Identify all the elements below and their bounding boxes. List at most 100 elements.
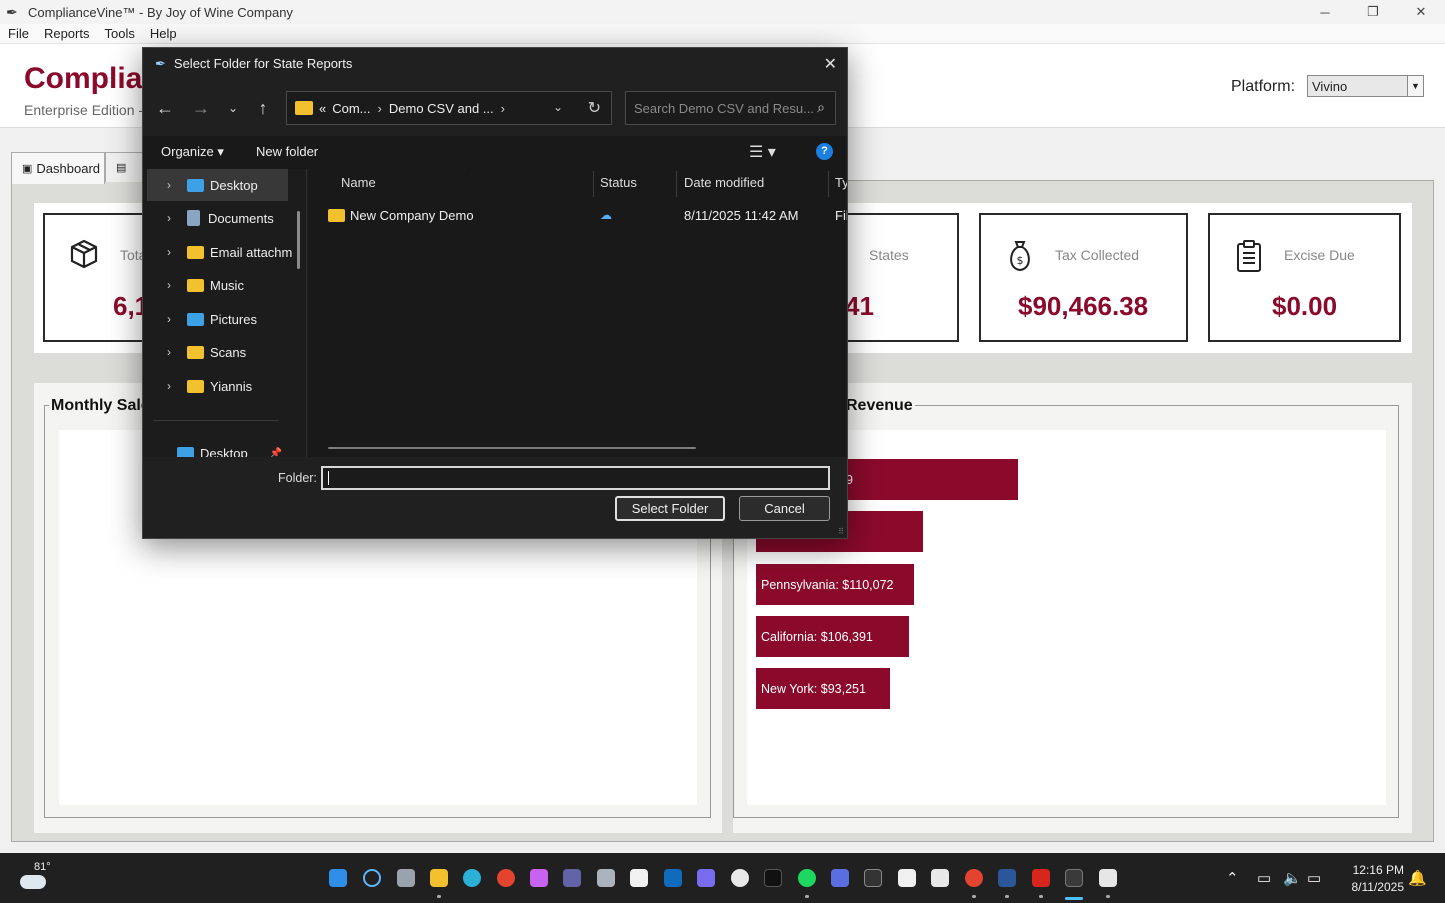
font-app-icon[interactable] (898, 869, 916, 887)
quick-access-desktop[interactable]: Desktop 📌 (147, 437, 297, 457)
dialog-toolbar: Organize ▾ New folder ☰ ▾ ? (143, 136, 847, 169)
column-separator[interactable] (676, 171, 677, 197)
spotify-icon[interactable] (798, 869, 816, 887)
nav-item-yiannis[interactable]: › Yiannis (147, 370, 288, 402)
chevron-down-icon[interactable]: ⌄ (553, 100, 563, 114)
column-status[interactable]: Status (600, 175, 637, 190)
maximize-button[interactable]: ❐ (1349, 0, 1397, 24)
running-indicator (1005, 895, 1009, 898)
back-arrow-icon[interactable]: ← (153, 96, 177, 120)
capcut-icon[interactable] (931, 869, 949, 887)
chevron-right-icon[interactable]: › (159, 278, 179, 292)
stat-label: Tax Collected (1055, 247, 1140, 263)
compliancevine-icon[interactable] (1065, 869, 1083, 887)
nav-item-label: Music (210, 277, 244, 293)
acrobat-icon[interactable] (1032, 869, 1050, 887)
column-name[interactable]: Name (341, 175, 376, 190)
nav-item-documents[interactable]: › Documents (147, 202, 288, 234)
clock-time: 12:16 PM (1352, 863, 1404, 877)
nav-item-desktop[interactable]: › Desktop (147, 169, 288, 201)
search-icon[interactable] (363, 869, 381, 887)
breadcrumb-item[interactable]: Com... (332, 101, 370, 116)
stat-card-excise: Excise Due $0.00 (1208, 213, 1401, 342)
documents-icon (187, 210, 200, 226)
battery-icon[interactable]: ▭ (1307, 869, 1321, 887)
dialog-title: Select Folder for State Reports (173, 56, 353, 71)
tab-dashboard[interactable]: ▣ Dashboard (11, 152, 105, 184)
platform-select[interactable]: Vivino ▼ (1307, 75, 1424, 97)
affinity-icon[interactable] (764, 869, 782, 887)
file-explorer-icon[interactable] (430, 869, 448, 887)
column-separator[interactable] (593, 171, 594, 197)
view-options-icon[interactable]: ☰ ▾ (749, 142, 776, 162)
column-date-modified[interactable]: Date modified (684, 175, 764, 190)
up-arrow-icon[interactable]: ↑ (251, 96, 275, 120)
search-icon[interactable]: ⌕ (817, 99, 825, 116)
horizontal-scrollbar[interactable] (328, 447, 696, 449)
menu-reports[interactable]: Reports (44, 26, 90, 41)
system-clock[interactable]: 12:16 PM 8/11/2025 (1338, 862, 1405, 896)
breadcrumb-item[interactable]: Demo CSV and ... (389, 101, 494, 116)
chrome-icon[interactable] (497, 869, 515, 887)
column-type[interactable]: Ty (835, 175, 847, 190)
file-row[interactable]: New Company Demo ☁ 8/11/2025 11:42 AM Fi… (328, 207, 847, 225)
teams-icon[interactable] (563, 869, 581, 887)
store-icon[interactable] (630, 869, 648, 887)
menu-tools[interactable]: Tools (104, 26, 134, 41)
snipping-tool-icon[interactable] (1099, 869, 1117, 887)
edge-icon[interactable] (463, 869, 481, 887)
stat-value: 41 (845, 291, 874, 321)
close-button[interactable]: ✕ (1397, 0, 1445, 24)
menu-help[interactable]: Help (150, 26, 177, 41)
folder-input[interactable] (321, 466, 830, 490)
chevron-up-icon[interactable]: ⌃ (1226, 869, 1239, 887)
word-icon[interactable] (998, 869, 1016, 887)
resize-grip-icon[interactable]: ⠿ (838, 527, 844, 536)
address-bar[interactable]: « Com... › Demo CSV and ... › ⌄ ↻ (286, 91, 612, 125)
media-icon[interactable] (831, 869, 849, 887)
terminal-icon[interactable] (864, 869, 882, 887)
close-icon[interactable]: ✕ (824, 54, 837, 74)
chevron-down-icon[interactable]: ⌄ (221, 96, 245, 120)
forward-arrow-icon[interactable]: → (189, 96, 213, 120)
tab-second[interactable]: ▤ (105, 152, 145, 182)
start-icon[interactable] (329, 869, 347, 887)
minimize-button[interactable]: ─ (1301, 0, 1349, 24)
dell-icon[interactable] (731, 869, 749, 887)
chrome-profile-icon[interactable] (965, 869, 983, 887)
nav-scrollbar[interactable] (297, 211, 300, 269)
new-folder-button[interactable]: New folder (256, 144, 318, 159)
outlook-icon[interactable] (664, 869, 682, 887)
chevron-right-icon[interactable]: › (159, 211, 179, 225)
column-separator[interactable] (828, 171, 829, 197)
weather-widget[interactable]: 81° (20, 861, 51, 889)
folder-icon (295, 101, 313, 115)
chevron-right-icon[interactable]: › (159, 245, 179, 259)
chevron-right-icon[interactable]: › (159, 345, 179, 359)
chevron-down-icon[interactable]: ▼ (1407, 76, 1423, 96)
search-input[interactable]: Search Demo CSV and Resu... ⌕ (625, 91, 836, 125)
nav-item-pictures[interactable]: › Pictures (147, 303, 288, 335)
feather-icon: ✒ (155, 55, 166, 71)
copilot-365-icon[interactable] (697, 869, 715, 887)
nav-item-email-attachments[interactable]: › Email attachm (147, 236, 297, 268)
nav-item-music[interactable]: › Music (147, 269, 288, 301)
cancel-button[interactable]: Cancel (739, 496, 830, 521)
help-icon[interactable]: ? (816, 143, 833, 160)
right-chart-title: Revenue (844, 397, 915, 415)
volume-icon[interactable]: 🔈 (1283, 869, 1302, 887)
task-view-icon[interactable] (397, 869, 415, 887)
organize-button[interactable]: Organize ▾ (161, 144, 224, 160)
nav-item-scans[interactable]: › Scans (147, 336, 288, 368)
active-app-indicator (1065, 897, 1083, 900)
chevron-right-icon[interactable]: › (159, 379, 179, 393)
menu-file[interactable]: File (8, 26, 29, 41)
copilot-icon[interactable] (530, 869, 548, 887)
chevron-right-icon[interactable]: › (159, 178, 179, 192)
refresh-icon[interactable]: ↻ (588, 98, 601, 118)
display-icon[interactable]: ▭ (1257, 869, 1271, 887)
chevron-right-icon[interactable]: › (159, 312, 179, 326)
notification-icon[interactable]: 🔔 (1408, 869, 1427, 887)
calculator-icon[interactable] (597, 869, 615, 887)
select-folder-button[interactable]: Select Folder (615, 496, 725, 521)
